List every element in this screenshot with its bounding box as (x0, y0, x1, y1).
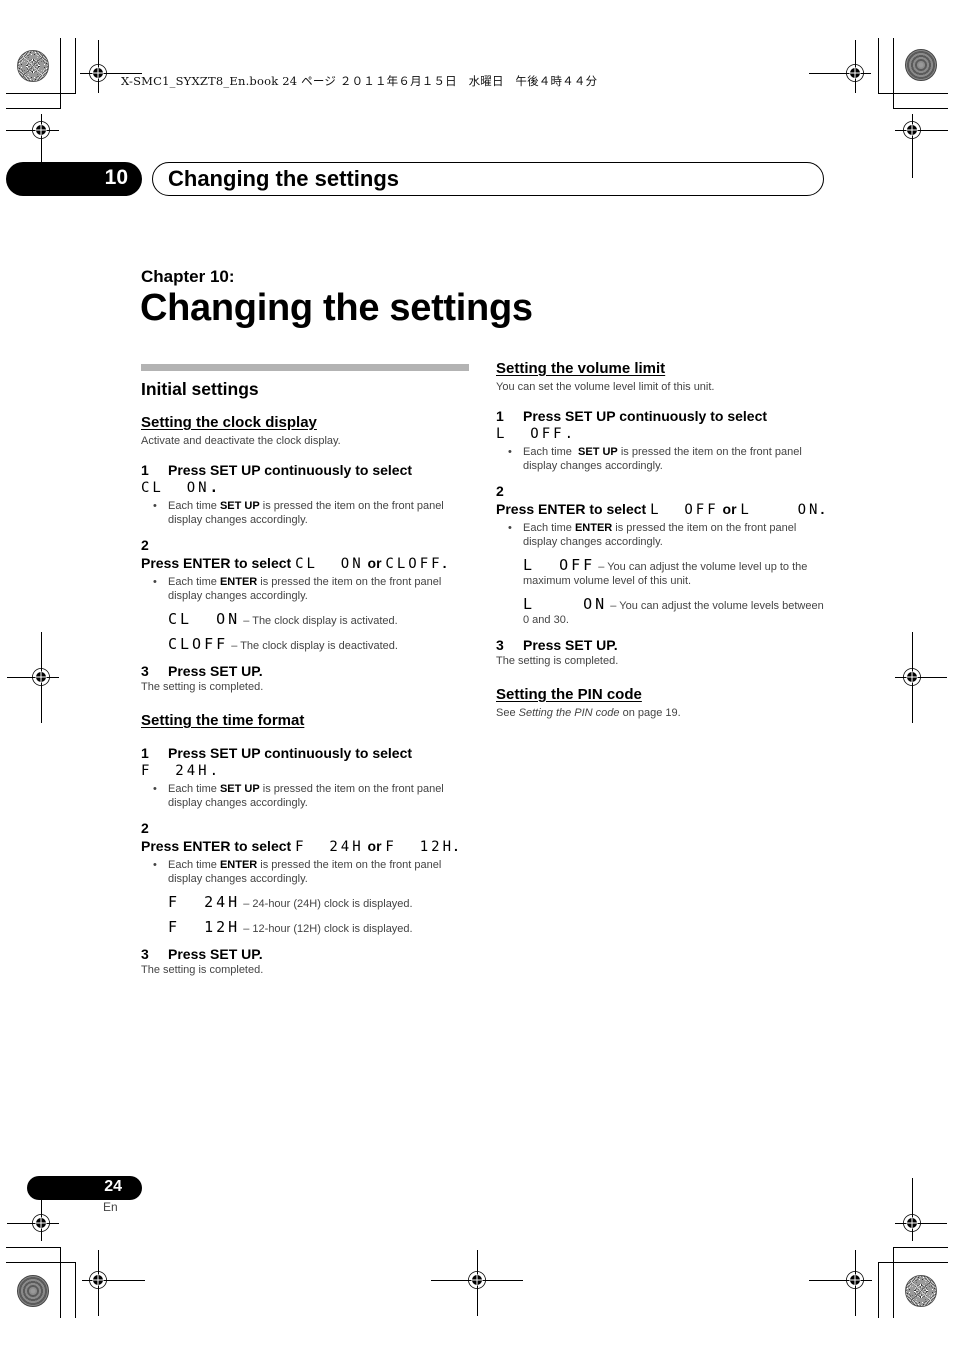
option-description: L OFF – You can adjust the volume level … (523, 556, 808, 588)
bullet-note: Each time ENTER is pressed the item on t… (508, 521, 826, 549)
crop-line (878, 1262, 948, 1263)
registration-mark-icon (902, 667, 922, 687)
step-1: 1 Press SET UP continuously to select (141, 462, 413, 478)
option-description: CL ON – The clock display is activated. (168, 610, 398, 628)
left-column: Initial settings Setting the clock displ… (141, 364, 471, 977)
bullet-note: Each time ENTER is pressed the item on t… (153, 858, 471, 886)
cross-reference: See Setting the PIN code on page 19. (496, 707, 681, 719)
page-number: 24 (104, 1178, 122, 1195)
bullet-note: Each time SET UP is pressed the item on … (508, 445, 826, 473)
running-header: Changing the settings (152, 162, 824, 196)
crop-line (6, 108, 61, 109)
step-2: 2Press ENTER to select F 24H or F 12H. (141, 820, 458, 855)
chapter-number-tab: 10 (6, 162, 142, 196)
clock-display-section: Setting the clock display Activate and d… (141, 414, 471, 694)
step-3: 3 Press SET UP. (496, 637, 618, 653)
crop-line (60, 38, 61, 109)
display-readout: CL ON. (141, 480, 222, 496)
bullet-note: Each time ENTER is pressed the item on t… (153, 575, 471, 603)
running-header-title: Changing the settings (168, 166, 399, 191)
pin-code-section: Setting the PIN code See Setting the PIN… (496, 686, 826, 720)
chapter-label: Chapter 10: (141, 267, 235, 286)
bullet-note: Each time SET UP is pressed the item on … (153, 499, 471, 527)
subsection-title: Setting the clock display (141, 414, 317, 431)
crop-line (893, 108, 948, 109)
bullet-note: Each time SET UP is pressed the item on … (153, 782, 471, 810)
color-target-icon (905, 1275, 937, 1307)
option-description: F 24H – 24-hour (24H) clock is displayed… (168, 893, 413, 911)
step-3: 3 Press SET UP. (141, 663, 263, 679)
subsection-title: Setting the PIN code (496, 686, 642, 703)
crop-line (75, 1262, 76, 1318)
step-2: 2Press ENTER to select L OFF or L ON. (496, 483, 825, 518)
registration-mark-icon (88, 63, 108, 83)
crop-line (60, 1247, 61, 1318)
intro-text: Activate and deactivate the clock displa… (141, 435, 341, 447)
registration-mark-icon (31, 120, 51, 140)
page-number-tab: 24 (27, 1176, 142, 1200)
registration-mark-icon (902, 120, 922, 140)
result-text: The setting is completed. (496, 655, 619, 667)
crop-line (75, 38, 76, 93)
registration-mark-icon (845, 1270, 865, 1290)
registration-mark-icon (467, 1270, 487, 1290)
step-2: 2Press ENTER to select CL ON or CLOFF. (141, 537, 447, 572)
registration-mark-icon (88, 1270, 108, 1290)
intro-text: You can set the volume level limit of th… (496, 381, 715, 393)
right-column: Setting the volume limit You can set the… (496, 360, 826, 733)
crop-line (878, 1262, 879, 1318)
crop-line (6, 1262, 76, 1263)
crop-line (878, 93, 948, 94)
page-title: Changing the settings (140, 287, 533, 329)
cross-reference-link[interactable]: Setting the PIN code (519, 707, 620, 719)
crop-line (893, 1247, 948, 1248)
step-1: 1 Press SET UP continuously to select (496, 408, 768, 424)
option-description: F 12H – 12-hour (12H) clock is displayed… (168, 918, 413, 936)
volume-limit-section: Setting the volume limit You can set the… (496, 360, 826, 668)
option-description: L ON – You can adjust the volume levels … (523, 595, 824, 627)
display-readout: F 24H. (141, 763, 222, 779)
crop-line (6, 1247, 61, 1248)
color-target-icon (905, 49, 937, 81)
display-readout: L OFF. (496, 426, 577, 442)
section-divider (141, 364, 469, 371)
crop-line (893, 38, 894, 109)
registration-mark-icon (845, 63, 865, 83)
result-text: The setting is completed. (141, 681, 264, 693)
color-target-icon (17, 1275, 49, 1307)
result-text: The setting is completed. (141, 964, 264, 976)
registration-mark-icon (902, 1213, 922, 1233)
registration-mark-icon (31, 667, 51, 687)
subsection-title: Setting the volume limit (496, 360, 666, 377)
step-3: 3 Press SET UP. (141, 946, 263, 962)
color-target-icon (17, 50, 49, 82)
step-1: 1 Press SET UP continuously to select (141, 745, 413, 761)
crop-line (893, 1247, 894, 1318)
registration-mark-icon (31, 1213, 51, 1233)
subsection-title: Setting the time format (141, 712, 305, 729)
chapter-number: 10 (104, 166, 128, 189)
crop-line (6, 93, 76, 94)
section-title: Initial settings (141, 379, 259, 399)
print-header-meta: X-SMC1_SYXZT8_En.book 24 ページ ２０１１年６月１５日 … (121, 74, 598, 88)
language-code: En (103, 1200, 118, 1214)
option-description: CLOFF – The clock display is deactivated… (168, 635, 398, 653)
crop-line (878, 38, 879, 93)
time-format-section: Setting the time format 1 Press SET UP co… (141, 712, 471, 977)
